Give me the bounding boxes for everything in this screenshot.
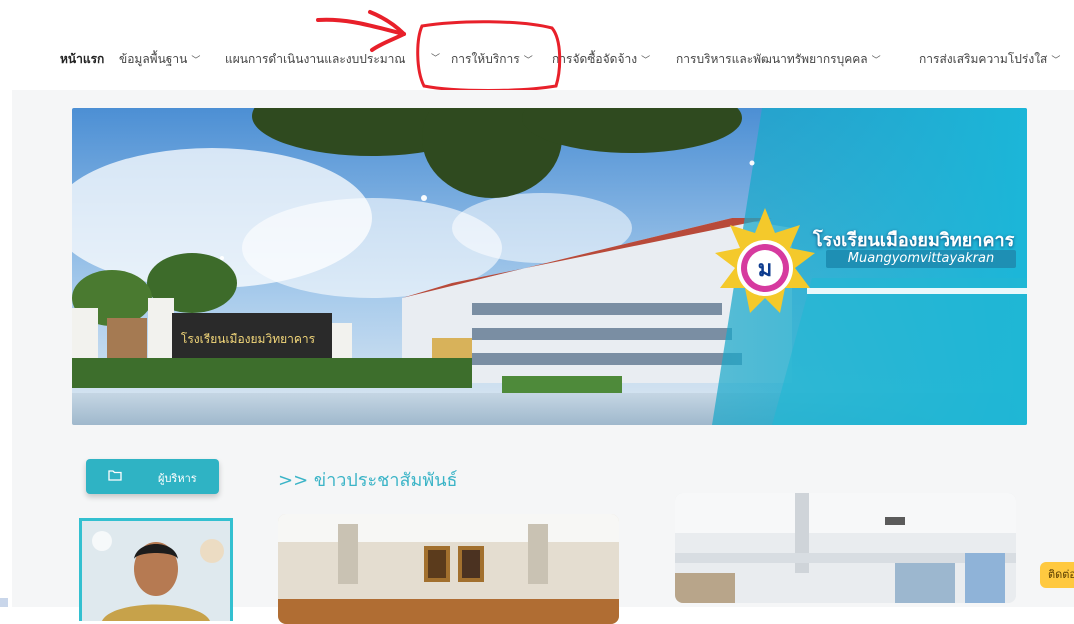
nav-item-label: การให้บริการ xyxy=(451,52,520,66)
chevron-down-icon: ﹀ xyxy=(871,56,881,66)
nav-item-hr[interactable]: การบริหารและพัฒนาทรัพยากรบุคคล ﹀ xyxy=(676,50,881,69)
scroll-edge-marker xyxy=(0,598,8,607)
logo-letter: ม xyxy=(758,256,773,282)
nav-item-plans-budget-chevron[interactable]: ﹀ xyxy=(427,50,440,64)
school-name-english: Muangyomvittayakran xyxy=(826,250,1016,268)
nav-item-basic-info[interactable]: ข้อมูลพื้นฐาน ﹀ xyxy=(119,50,200,69)
folder-icon xyxy=(108,469,122,484)
nav-item-label: หน้าแรก xyxy=(60,52,105,66)
news-card-image xyxy=(278,514,619,624)
news-card[interactable] xyxy=(278,514,619,624)
gate-sign-text: โรงเรียนเมืองยมวิทยาคาร xyxy=(180,332,316,346)
chevron-down-icon: ﹀ xyxy=(641,56,651,66)
chevron-down-icon: ﹀ xyxy=(191,56,201,66)
administrator-button-label: ผู้บริหาร xyxy=(158,472,197,485)
chevron-down-icon: ﹀ xyxy=(1051,56,1061,66)
news-section-heading: >> ข่าวประชาสัมพันธ์ xyxy=(278,470,458,491)
nav-item-plans-budget[interactable]: แผนการดำเนินงานและงบประมาณ xyxy=(225,50,426,69)
nav-item-procurement[interactable]: การจัดซื้อจัดจ้าง ﹀ xyxy=(552,50,650,69)
nav-item-transparency[interactable]: การส่งเสริมความโปร่งใส ﹀ xyxy=(919,50,1074,69)
main-nav: หน้าแรก ข้อมูลพื้นฐาน ﹀ แผนการดำเนินงานแล… xyxy=(0,44,1074,74)
news-card-image xyxy=(675,493,1016,603)
news-card[interactable] xyxy=(675,493,1016,603)
nav-item-home[interactable]: หน้าแรก xyxy=(60,50,104,69)
nav-item-label: ข้อมูลพื้นฐาน xyxy=(119,52,188,66)
nav-item-label: การส่งเสริมความโปร่งใส xyxy=(919,52,1048,66)
hero-banner: ม โรงเรียนเมืองยมวิทยาคาร โรงเรียนเมืองย… xyxy=(72,108,1027,425)
nav-item-label: การจัดซื้อจัดจ้าง xyxy=(552,52,638,66)
contact-tab[interactable]: ติดต่อ xyxy=(1040,562,1074,588)
administrator-button[interactable]: ผู้บริหาร xyxy=(86,459,219,494)
nav-item-label: แผนการดำเนินงานและงบประมาณ xyxy=(225,52,406,66)
annotation-arrow xyxy=(316,17,406,36)
nav-item-services[interactable]: การให้บริการ ﹀ xyxy=(451,50,533,69)
chevron-down-icon: ﹀ xyxy=(523,56,533,66)
chevron-down-icon: ﹀ xyxy=(431,54,441,64)
nav-item-label: การบริหารและพัฒนาทรัพยากรบุคคล xyxy=(676,52,868,66)
director-photo xyxy=(79,518,233,621)
